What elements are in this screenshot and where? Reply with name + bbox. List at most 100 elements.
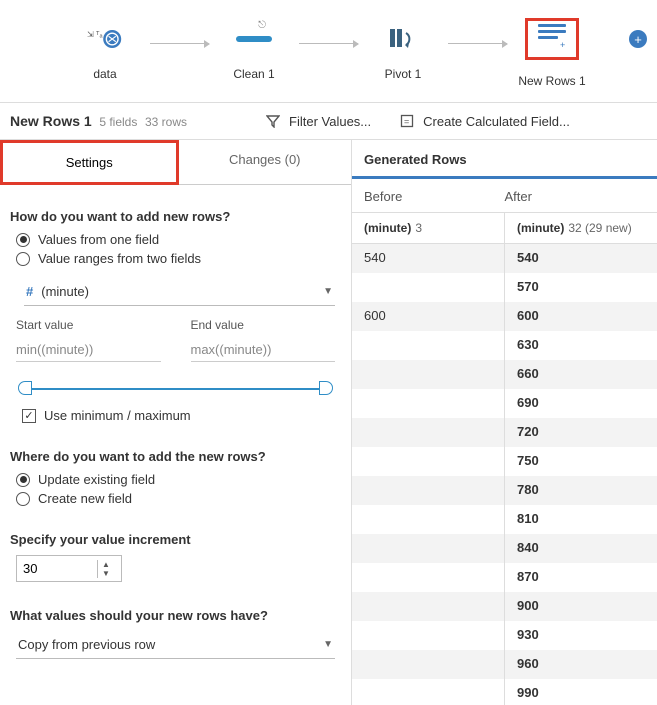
- table-row: 570: [352, 273, 657, 302]
- tab-changes[interactable]: Changes (0): [179, 140, 352, 185]
- before-cell: [352, 331, 504, 360]
- tab-settings[interactable]: Settings: [0, 140, 179, 185]
- before-cell: [352, 679, 504, 705]
- flow-node-pivot[interactable]: Pivot 1: [358, 25, 448, 81]
- before-cell: [352, 360, 504, 389]
- table-row: 750: [352, 447, 657, 476]
- flow-canvas: ⇲ ᵀₐ data ⎋ Clean 1 Pivot 1: [0, 0, 657, 102]
- number-type-icon: #: [26, 284, 33, 299]
- question-where: Where do you want to add the new rows?: [10, 449, 341, 464]
- question-new-values: What values should your new rows have?: [10, 608, 341, 623]
- flow-node-newrows[interactable]: + New Rows 1: [507, 18, 597, 88]
- filter-icon: [265, 113, 281, 129]
- radio-create-new[interactable]: Create new field: [16, 491, 341, 506]
- start-value-label: Start value: [16, 318, 161, 332]
- step-name: New Rows 1: [10, 113, 92, 129]
- after-cell: 750: [504, 447, 657, 476]
- data-source-icon: ⇲ ᵀₐ: [87, 25, 123, 53]
- radio-update-existing[interactable]: Update existing field: [16, 472, 341, 487]
- table-row: 870: [352, 563, 657, 592]
- new-rows-icon: +: [534, 25, 570, 53]
- before-column-header: Before: [364, 189, 505, 204]
- after-cell: 810: [504, 505, 657, 534]
- filter-values-button[interactable]: Filter Values...: [265, 113, 371, 129]
- start-value-input[interactable]: min((minute)): [16, 338, 161, 362]
- flow-node-label: Pivot 1: [385, 67, 422, 81]
- after-column-header: After: [505, 189, 646, 204]
- increment-field[interactable]: [17, 556, 97, 581]
- after-cell: 660: [504, 360, 657, 389]
- generated-rows-panel: Generated Rows Before After (minute)3 (m…: [352, 140, 657, 705]
- after-cell: 840: [504, 534, 657, 563]
- chevron-down-icon: ▼: [323, 286, 333, 297]
- chevron-down-icon: ▼: [323, 639, 333, 650]
- table-row: 780: [352, 476, 657, 505]
- after-cell: 540: [504, 244, 657, 273]
- table-row: 960: [352, 650, 657, 679]
- table-row: 810: [352, 505, 657, 534]
- before-cell: [352, 476, 504, 505]
- end-value-input[interactable]: max((minute)): [191, 338, 336, 362]
- radio-icon: [16, 252, 30, 266]
- flow-connector: [150, 43, 209, 44]
- before-field-header: (minute)3: [352, 213, 504, 243]
- end-value-label: End value: [191, 318, 336, 332]
- spinner-down[interactable]: ▼: [98, 569, 114, 578]
- radio-icon: [16, 233, 30, 247]
- before-cell: [352, 563, 504, 592]
- table-row: 720: [352, 418, 657, 447]
- before-cell: [352, 389, 504, 418]
- step-header: New Rows 1 5 fields 33 rows Filter Value…: [0, 102, 657, 140]
- flow-node-label: New Rows 1: [518, 74, 585, 88]
- after-cell: 870: [504, 563, 657, 592]
- new-values-dropdown[interactable]: Copy from previous row ▼: [16, 631, 335, 659]
- field-dropdown[interactable]: # (minute) ▼: [24, 278, 335, 306]
- checkbox-icon: ✓: [22, 409, 36, 423]
- flow-node-data[interactable]: ⇲ ᵀₐ data: [60, 25, 150, 81]
- flow-node-label: Clean 1: [233, 67, 274, 81]
- range-slider[interactable]: [20, 380, 331, 398]
- after-cell: 690: [504, 389, 657, 418]
- slider-handle-min[interactable]: [18, 381, 32, 395]
- radio-icon: [16, 492, 30, 506]
- pivot-icon: [385, 25, 421, 53]
- after-cell: 720: [504, 418, 657, 447]
- radio-values-one-field[interactable]: Values from one field: [16, 232, 341, 247]
- before-cell: [352, 534, 504, 563]
- svg-text:⇲: ⇲: [87, 30, 94, 39]
- before-cell: 540: [352, 244, 504, 273]
- flow-node-clean[interactable]: ⎋ Clean 1: [209, 25, 299, 81]
- flow-connector: [448, 43, 507, 44]
- slider-handle-max[interactable]: [319, 381, 333, 395]
- spinner-up[interactable]: ▲: [98, 560, 114, 569]
- table-row: 690: [352, 389, 657, 418]
- increment-input[interactable]: ▲ ▼: [16, 555, 122, 582]
- create-calc-field-button[interactable]: = Create Calculated Field...: [399, 113, 570, 129]
- after-cell: 570: [504, 273, 657, 302]
- table-row: 930: [352, 621, 657, 650]
- before-cell: [352, 447, 504, 476]
- radio-value-ranges-two-fields[interactable]: Value ranges from two fields: [16, 251, 341, 266]
- settings-panel: How do you want to add new rows? Values …: [0, 185, 351, 671]
- table-row: 540540: [352, 244, 657, 273]
- before-cell: [352, 418, 504, 447]
- use-min-max-checkbox[interactable]: ✓ Use minimum / maximum: [22, 408, 341, 423]
- after-cell: 600: [504, 302, 657, 331]
- after-cell: 960: [504, 650, 657, 679]
- after-cell: 990: [504, 679, 657, 705]
- after-field-header: (minute)32 (29 new): [504, 213, 657, 243]
- step-rows-count: 33 rows: [145, 115, 187, 129]
- before-cell: [352, 273, 504, 302]
- table-row: 600600: [352, 302, 657, 331]
- after-cell: 900: [504, 592, 657, 621]
- radio-icon: [16, 473, 30, 487]
- table-row: 630: [352, 331, 657, 360]
- add-step-button[interactable]: +: [629, 30, 647, 48]
- table-row: 900: [352, 592, 657, 621]
- svg-text:=: =: [404, 117, 409, 127]
- flow-node-label: data: [93, 67, 116, 81]
- before-cell: 600: [352, 302, 504, 331]
- after-cell: 780: [504, 476, 657, 505]
- table-row: 660: [352, 360, 657, 389]
- clean-step-icon: ⎋: [236, 25, 272, 53]
